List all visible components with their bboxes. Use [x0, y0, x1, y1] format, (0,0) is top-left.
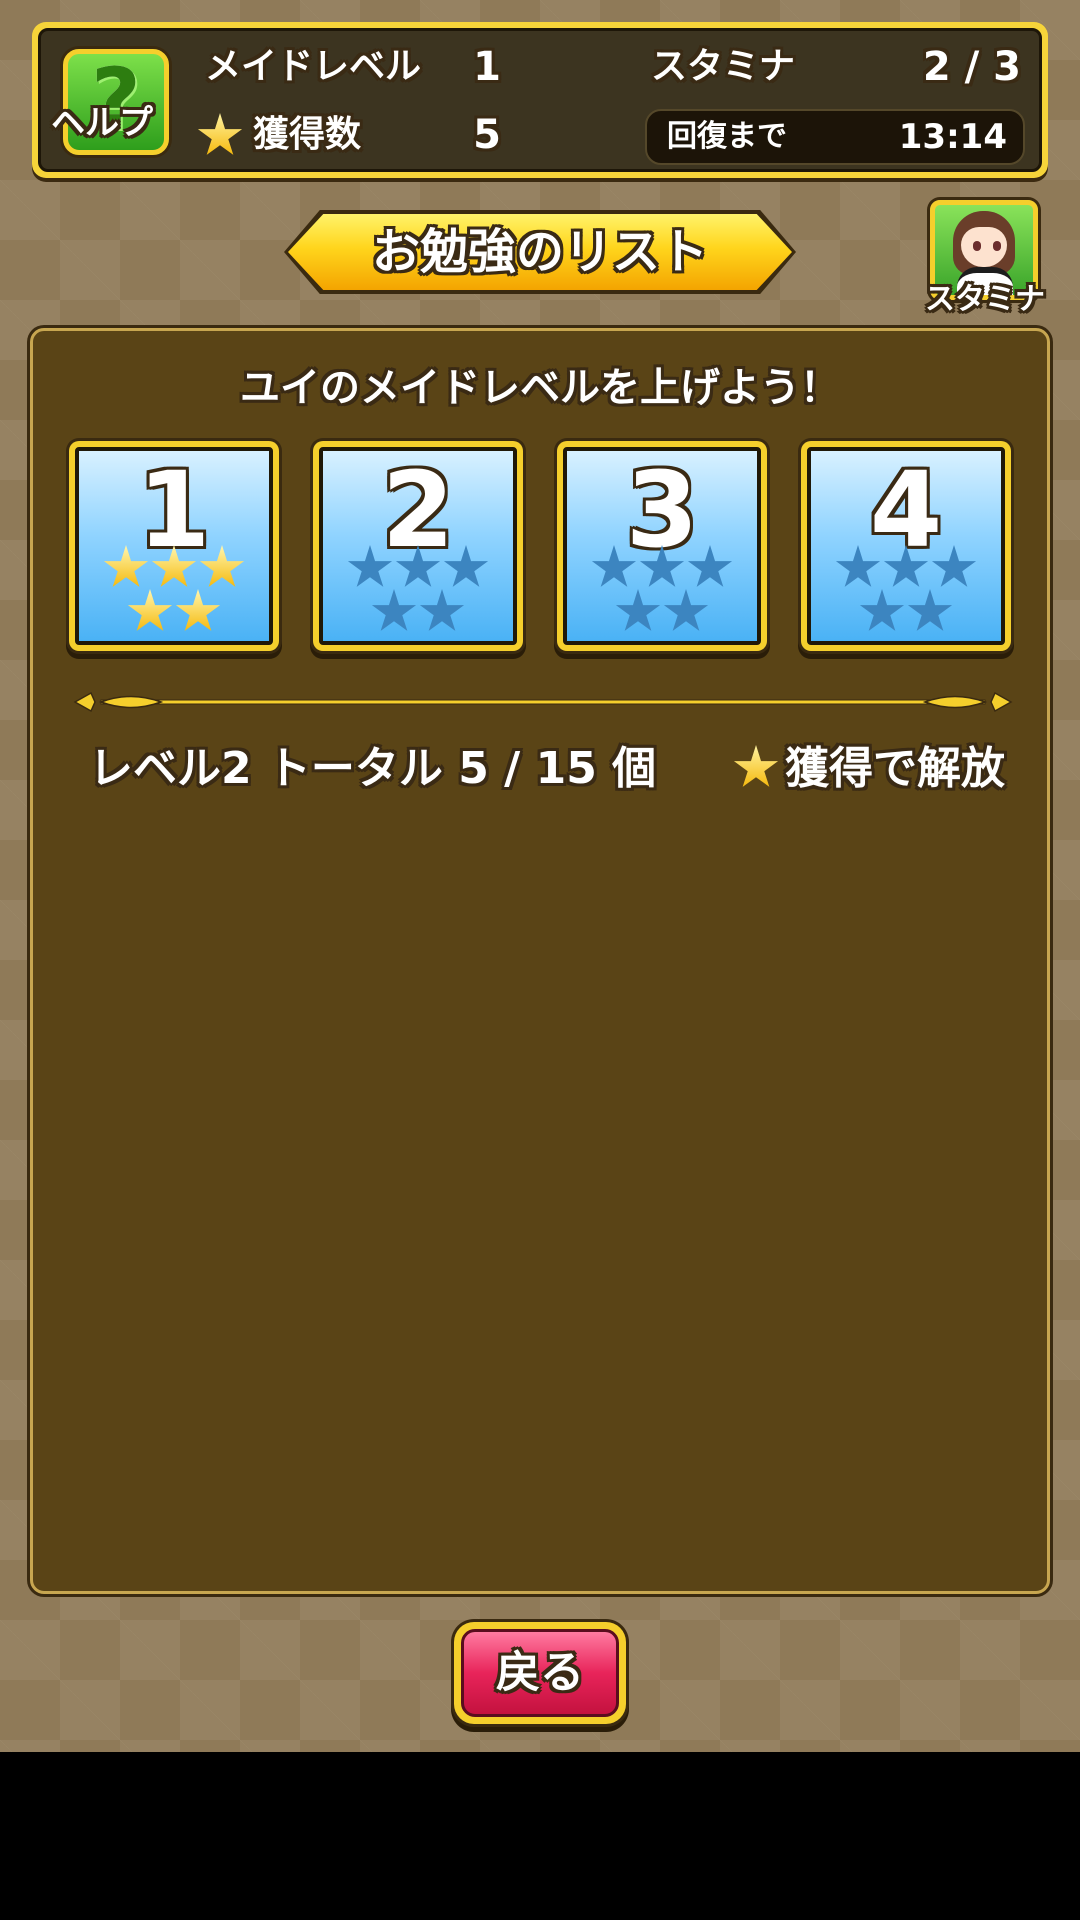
star-empty-icon	[591, 545, 637, 587]
star-empty-icon	[639, 545, 685, 587]
level-tile-inner: 4	[807, 447, 1005, 645]
stamina-label: スタミナ	[651, 46, 796, 87]
star-icon	[733, 745, 779, 787]
maid-level-value: 1	[473, 44, 501, 90]
star-empty-icon	[663, 589, 709, 631]
level-stars-bottom	[567, 589, 757, 635]
level-tile-inner: 2	[319, 447, 517, 645]
star-empty-icon	[907, 589, 953, 631]
level-stars-top	[567, 545, 757, 591]
level-tile-2[interactable]: 2	[313, 441, 523, 651]
character-eye	[973, 241, 981, 251]
star-empty-icon	[883, 545, 929, 587]
recovery-timer: 回復まで 13:14	[645, 109, 1025, 165]
star-empty-icon	[347, 545, 393, 587]
level-tile-3[interactable]: 3	[557, 441, 767, 651]
back-button[interactable]: 戻る	[454, 1622, 626, 1724]
level-stars-top	[79, 545, 269, 591]
star-empty-icon	[835, 545, 881, 587]
star-empty-icon	[371, 589, 417, 631]
star-earned-icon	[175, 589, 221, 631]
recovery-label: 回復まで	[667, 119, 787, 154]
level-stars-bottom	[79, 589, 269, 635]
level-stars-bottom	[811, 589, 1001, 635]
star-earned-icon	[151, 545, 197, 587]
recovery-time: 13:14	[898, 117, 1007, 157]
star-empty-icon	[687, 545, 733, 587]
star-empty-icon	[859, 589, 905, 631]
character-eye	[993, 241, 1001, 251]
back-button-label: 戻る	[496, 1647, 584, 1698]
level-tile-inner: 1	[75, 447, 273, 645]
star-earned-icon	[127, 589, 173, 631]
status-panel: ? ヘルプ メイドレベル 1 スタミナ 2 / 3 獲得数 5 回復まで 13:…	[32, 22, 1048, 178]
help-label: ヘルプ	[51, 103, 153, 143]
acquired-value: 5	[473, 112, 501, 158]
stamina-value: 2 / 3	[922, 44, 1021, 90]
star-icon	[197, 113, 243, 155]
level-stars-top	[323, 545, 513, 591]
level-tile-inner: 3	[563, 447, 761, 645]
level-stars-top	[811, 545, 1001, 591]
star-earned-icon	[103, 545, 149, 587]
maid-level-label: メイドレベル	[205, 46, 422, 87]
unlock-condition: 獲得で解放	[785, 743, 1005, 794]
page-title: お勉強のリスト	[371, 224, 708, 280]
star-empty-icon	[931, 545, 977, 587]
star-earned-icon	[199, 545, 245, 587]
level-tile-4[interactable]: 4	[801, 441, 1011, 651]
star-empty-icon	[419, 589, 465, 631]
level-stars-bottom	[323, 589, 513, 635]
star-empty-icon	[615, 589, 661, 631]
star-empty-icon	[443, 545, 489, 587]
status-panel-inner: ? ヘルプ メイドレベル 1 スタミナ 2 / 3 獲得数 5 回復まで 13:…	[38, 28, 1042, 172]
star-empty-icon	[395, 545, 441, 587]
study-list-panel: ユイのメイドレベルを上げよう！ 1 2 3 4 レベル2 トータル 5 / 15…	[30, 328, 1050, 1594]
ornamental-divider	[73, 691, 1013, 713]
stamina-button-label: スタミナ	[925, 282, 1045, 317]
level-progress: レベル2 トータル 5 / 15 個	[89, 743, 657, 794]
panel-heading: ユイのメイドレベルを上げよう！	[240, 365, 840, 411]
level-tile-1[interactable]: 1	[69, 441, 279, 651]
bottom-bar	[0, 1752, 1080, 1920]
back-button-face: 戻る	[461, 1629, 619, 1717]
acquired-label: 獲得数	[253, 114, 362, 155]
